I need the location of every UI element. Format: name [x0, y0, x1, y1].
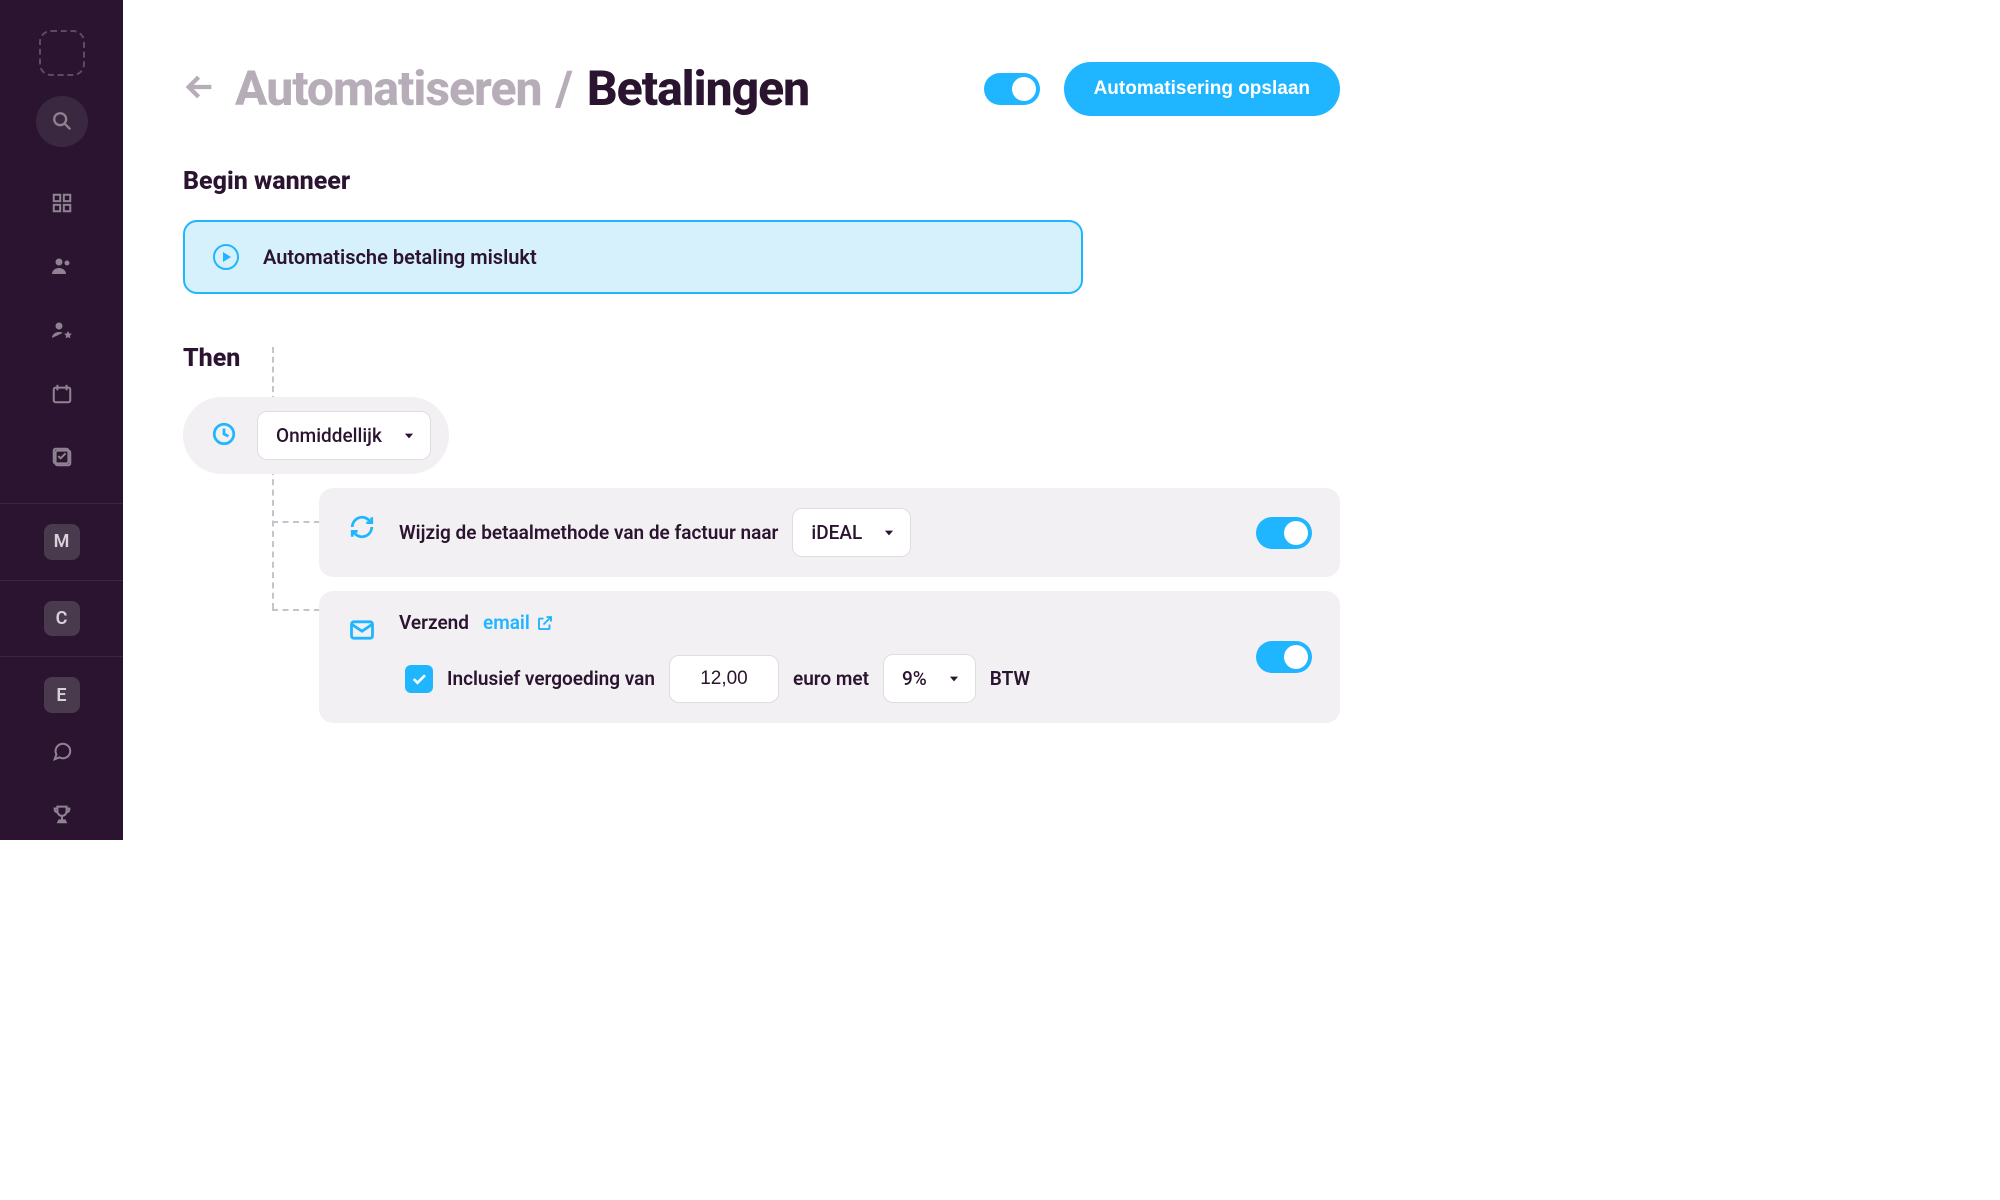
sidebar-divider — [0, 580, 123, 581]
payment-method-select[interactable]: iDEAL — [792, 508, 911, 557]
calendar-icon — [51, 383, 73, 405]
chevron-down-icon — [882, 526, 896, 540]
fee-mid: euro met — [793, 667, 869, 690]
main-content: Automatiseren / Betalingen Automatiserin… — [123, 0, 1400, 840]
sidebar-divider — [0, 503, 123, 504]
check-icon — [410, 670, 428, 688]
sidebar-app-placeholder-icon[interactable] — [39, 30, 85, 76]
search-button[interactable] — [36, 96, 88, 148]
connector-line — [272, 469, 274, 609]
vat-select[interactable]: 9% — [883, 654, 976, 703]
connector-line — [272, 609, 320, 611]
section-label-begin: Begin wanneer — [183, 167, 1340, 196]
back-button[interactable] — [183, 70, 221, 108]
breadcrumb-current: Betalingen — [587, 60, 809, 117]
include-fee-checkbox[interactable] — [405, 665, 433, 693]
timing-group: Onmiddellijk — [183, 397, 449, 474]
nav-members[interactable] — [36, 241, 88, 293]
timing-select-value: Onmiddellijk — [276, 424, 382, 447]
trigger-label: Automatische betaling mislukt — [263, 245, 537, 269]
breadcrumb: Automatiseren / Betalingen — [183, 60, 809, 117]
payment-method-value: iDEAL — [811, 521, 862, 544]
clock-icon — [211, 421, 237, 451]
fee-amount-input[interactable] — [669, 655, 779, 703]
play-icon — [213, 244, 239, 270]
dashboard-icon — [51, 192, 73, 214]
action-change-payment-method: Wijzig de betaalmethode van de factuur n… — [319, 488, 1340, 577]
nav-achievements[interactable] — [36, 788, 88, 840]
connector-line — [272, 521, 320, 523]
breadcrumb-parent[interactable]: Automatiseren — [235, 60, 542, 117]
nav-dashboard[interactable] — [36, 177, 88, 229]
page-header: Automatiseren / Betalingen Automatiserin… — [183, 60, 1340, 117]
vat-value: 9% — [902, 667, 927, 690]
automation-enabled-toggle[interactable] — [984, 73, 1040, 105]
nav-chat[interactable] — [36, 725, 88, 777]
sync-icon — [347, 512, 377, 542]
mail-icon — [347, 615, 377, 645]
sidebar: M C E — [0, 0, 123, 840]
search-icon — [51, 110, 73, 132]
trophy-icon — [51, 803, 73, 825]
chat-icon — [51, 740, 73, 762]
nav-staff[interactable] — [36, 304, 88, 356]
arrow-left-icon — [183, 70, 217, 104]
external-link-icon — [536, 614, 554, 632]
save-button[interactable]: Automatisering opslaan — [1064, 62, 1340, 116]
action-send-email: Verzend email Inclusief vergoeding van e… — [319, 591, 1340, 723]
nav-calendar[interactable] — [36, 368, 88, 420]
action1-label: Wijzig de betaalmethode van de factuur n… — [399, 521, 778, 544]
section-label-then: Then — [183, 344, 1340, 373]
members-icon — [50, 254, 74, 278]
checklist-icon — [51, 446, 73, 468]
workspace-badge-c[interactable]: C — [44, 601, 80, 637]
header-actions: Automatisering opslaan — [984, 62, 1340, 116]
person-star-icon — [50, 318, 74, 342]
sidebar-divider — [0, 656, 123, 657]
flow-container: Onmiddellijk Wijzig de betaalmethode van… — [183, 397, 1340, 723]
action1-toggle[interactable] — [1256, 517, 1312, 549]
workspace-badge-e[interactable]: E — [44, 677, 80, 713]
breadcrumb-separator: / — [556, 60, 573, 117]
actions-column: Wijzig de betaalmethode van de factuur n… — [319, 488, 1340, 723]
email-link-label: email — [483, 611, 530, 634]
action2-toggle[interactable] — [1256, 641, 1312, 673]
fee-suffix: BTW — [990, 667, 1030, 690]
chevron-down-icon — [402, 429, 416, 443]
workspace-badge-m[interactable]: M — [44, 524, 80, 560]
chevron-down-icon — [947, 672, 961, 686]
fee-prefix: Inclusief vergoeding van — [447, 667, 655, 690]
action2-prefix: Verzend — [399, 611, 469, 634]
email-template-link[interactable]: email — [483, 611, 554, 634]
nav-tasks[interactable] — [36, 431, 88, 483]
timing-select[interactable]: Onmiddellijk — [257, 411, 431, 460]
trigger-card[interactable]: Automatische betaling mislukt — [183, 220, 1083, 294]
